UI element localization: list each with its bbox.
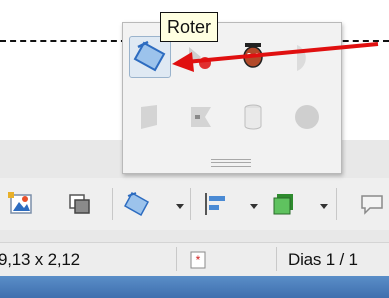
align-dropdown-arrow[interactable] xyxy=(250,204,258,209)
comment-icon[interactable] xyxy=(358,190,386,218)
slide-count: Dias 1 / 1 xyxy=(288,250,358,269)
rotate-dropdown-icon[interactable] xyxy=(123,190,152,218)
drawing-toolbar xyxy=(0,178,389,230)
sphere-icon[interactable] xyxy=(287,97,327,137)
glue-point-icon[interactable] xyxy=(181,97,221,137)
toolbar-separator xyxy=(336,188,337,220)
flip-icon[interactable] xyxy=(181,37,221,77)
align-dropdown-icon[interactable] xyxy=(202,190,230,218)
toolbar-separator xyxy=(190,188,191,220)
transformations-palette xyxy=(122,22,342,174)
status-bar: 9,13 x 2,12 * Dias 1 / 1 xyxy=(0,242,389,277)
toolbar-separator xyxy=(112,188,113,220)
shape-dropdown-arrow[interactable] xyxy=(320,204,328,209)
arrange-icon[interactable] xyxy=(66,190,94,218)
rotate-icon[interactable] xyxy=(129,36,171,78)
palette-drag-grip[interactable] xyxy=(211,159,251,167)
cylinder-icon[interactable] xyxy=(233,97,273,137)
svg-text:*: * xyxy=(196,253,201,267)
tooltip: Roter xyxy=(160,12,219,42)
document-modified-icon: * xyxy=(190,251,206,269)
shape-dropdown-icon[interactable] xyxy=(270,190,298,218)
rotate-dropdown-arrow[interactable] xyxy=(176,204,184,209)
shadow-icon[interactable] xyxy=(287,37,327,77)
object-3d-icon[interactable] xyxy=(233,35,273,75)
taskbar xyxy=(0,276,389,298)
status-separator xyxy=(276,247,277,271)
status-separator xyxy=(176,247,177,271)
insert-image-icon[interactable] xyxy=(8,190,36,218)
crop-icon[interactable] xyxy=(129,97,169,137)
object-size-readout: 9,13 x 2,12 xyxy=(0,250,80,269)
